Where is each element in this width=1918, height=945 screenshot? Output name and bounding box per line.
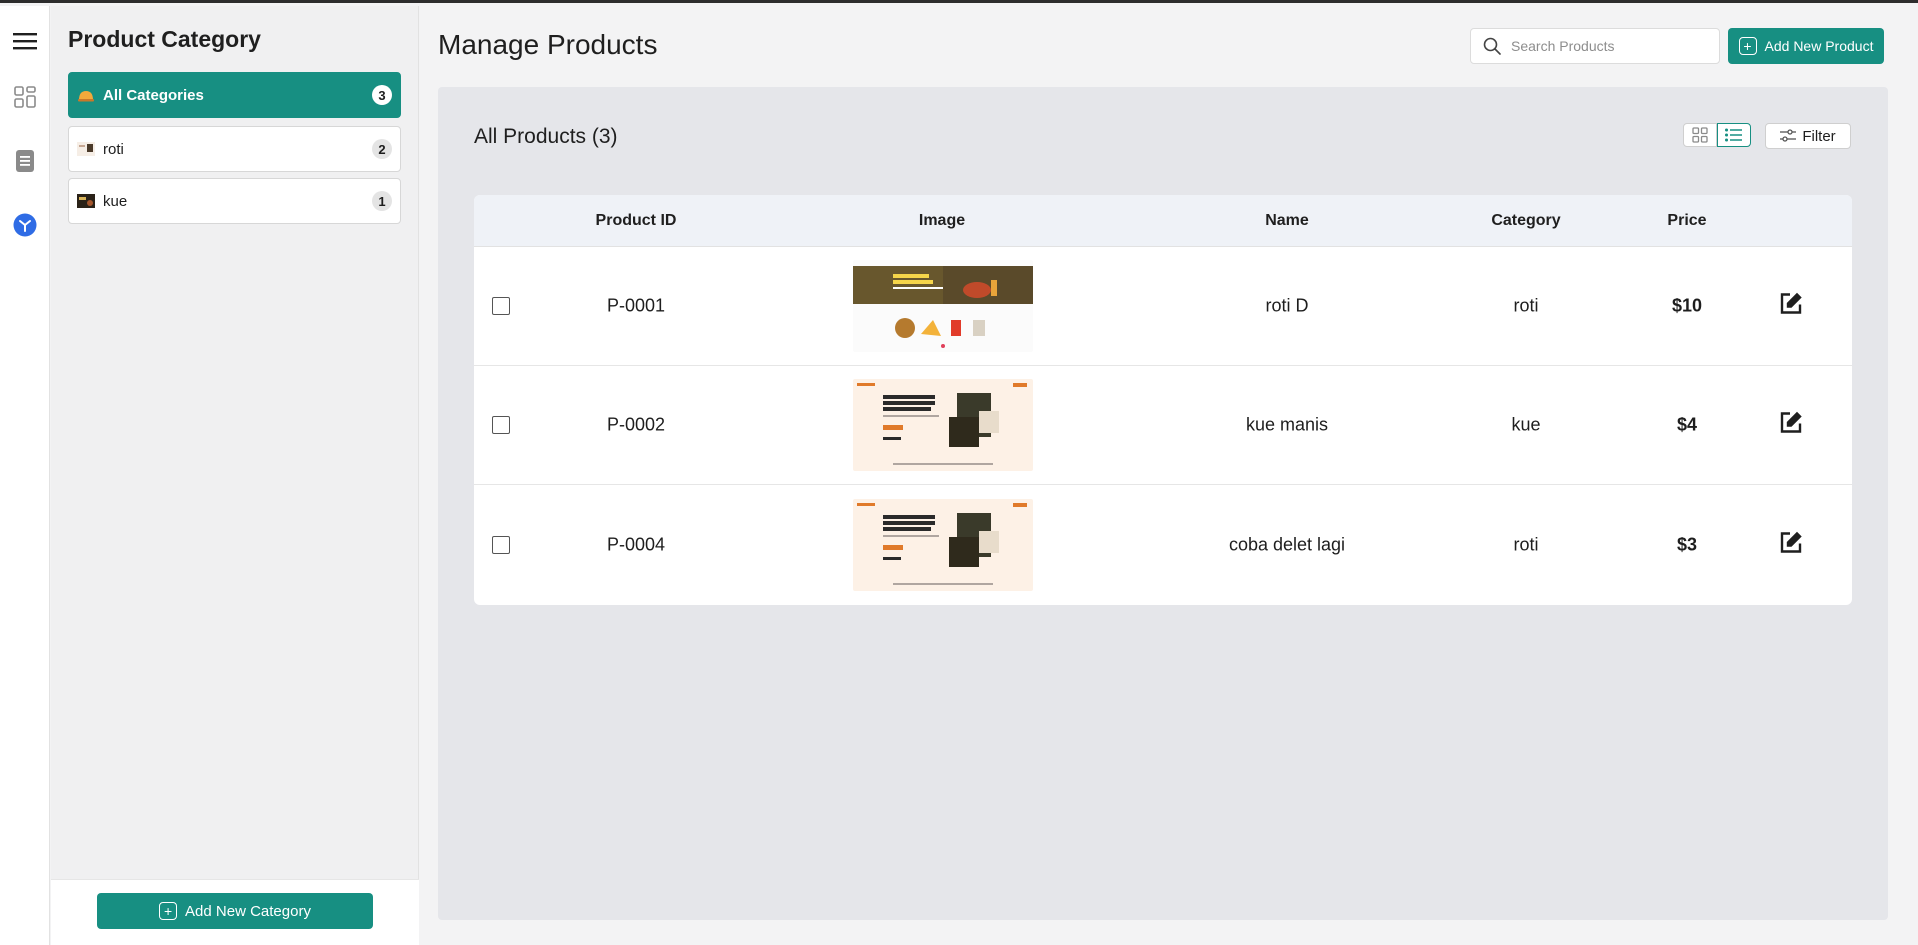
product-price: $4 bbox=[1676, 414, 1698, 435]
icon-rail bbox=[0, 6, 50, 945]
product-id: P-0004 bbox=[606, 534, 666, 554]
product-image bbox=[853, 260, 1033, 352]
list-view-icon bbox=[1725, 128, 1742, 142]
category-label: roti bbox=[103, 140, 124, 158]
search-icon bbox=[1483, 37, 1501, 55]
product-id: P-0002 bbox=[606, 414, 666, 435]
product-price: $10 bbox=[1671, 295, 1703, 316]
table-row: P-0004 coba delet lagi roti $3 bbox=[474, 485, 1852, 604]
row-select-checkbox[interactable] bbox=[492, 297, 510, 315]
table-header: Product ID Image Name Category Price bbox=[474, 195, 1852, 247]
category-panel-title: Product Category bbox=[68, 26, 261, 52]
column-header-image[interactable]: Image bbox=[919, 212, 965, 230]
product-id: P-0001 bbox=[606, 295, 666, 316]
product-image bbox=[853, 498, 1033, 591]
hamburger-menu-icon[interactable] bbox=[12, 28, 38, 54]
product-name: coba delet lagi bbox=[1228, 534, 1346, 554]
category-count-badge: 3 bbox=[372, 85, 392, 105]
search-input[interactable] bbox=[1511, 38, 1701, 54]
category-label: All Categories bbox=[103, 86, 204, 104]
product-name: roti D bbox=[1265, 295, 1309, 316]
category-count-badge: 2 bbox=[372, 139, 392, 159]
plus-icon: + bbox=[1738, 37, 1757, 55]
view-toggle bbox=[1683, 123, 1751, 147]
product-cube-icon[interactable] bbox=[12, 212, 38, 238]
grid-view-icon bbox=[1692, 127, 1708, 143]
product-category: kue bbox=[1511, 414, 1541, 435]
category-item-all[interactable]: All Categories 3 bbox=[68, 72, 401, 118]
product-category: roti bbox=[1513, 534, 1539, 554]
list-view-button[interactable] bbox=[1717, 123, 1751, 147]
category-panel: Product Category All Categories 3 roti 2… bbox=[51, 6, 419, 945]
column-header-price[interactable]: Price bbox=[1667, 212, 1706, 230]
category-label: kue bbox=[103, 192, 128, 210]
filter-sliders-icon bbox=[1780, 129, 1797, 142]
product-category: roti bbox=[1513, 295, 1539, 316]
edit-icon[interactable] bbox=[1779, 530, 1803, 559]
search-box[interactable] bbox=[1470, 28, 1720, 64]
column-header-name[interactable]: Name bbox=[1265, 212, 1309, 230]
products-table: Product ID Image Name Category Price P-0… bbox=[474, 195, 1852, 605]
add-category-button[interactable]: + Add New Category bbox=[97, 893, 373, 929]
filter-label: Filter bbox=[1802, 127, 1836, 145]
table-row: P-0002 kue manis kue $4 bbox=[474, 366, 1852, 485]
edit-icon[interactable] bbox=[1779, 411, 1803, 440]
bread-icon bbox=[77, 88, 95, 102]
category-item-kue[interactable]: kue 1 bbox=[68, 178, 401, 224]
product-price: $3 bbox=[1676, 534, 1698, 554]
column-header-product-id[interactable]: Product ID bbox=[596, 212, 677, 230]
column-header-category[interactable]: Category bbox=[1491, 212, 1560, 230]
thumbnail-icon bbox=[77, 194, 95, 208]
category-item-roti[interactable]: roti 2 bbox=[68, 126, 401, 172]
table-row: P-0001 roti D roti $10 bbox=[474, 247, 1852, 366]
row-select-checkbox[interactable] bbox=[492, 416, 510, 434]
add-product-label: Add New Product bbox=[1764, 38, 1874, 54]
plus-icon: + bbox=[159, 902, 178, 920]
product-image bbox=[853, 379, 1033, 471]
page-title: Manage Products bbox=[438, 29, 658, 60]
edit-icon[interactable] bbox=[1779, 292, 1803, 321]
dashboard-icon[interactable] bbox=[12, 84, 38, 110]
products-panel-title: All Products (3) bbox=[474, 125, 618, 148]
add-category-label: Add New Category bbox=[185, 902, 311, 920]
grid-view-button[interactable] bbox=[1683, 123, 1717, 147]
products-panel: All Products (3) Filter Product ID Image… bbox=[438, 87, 1888, 920]
row-select-checkbox[interactable] bbox=[492, 535, 510, 554]
add-product-button[interactable]: + Add New Product bbox=[1728, 28, 1884, 64]
thumbnail-icon bbox=[77, 142, 95, 156]
product-name: kue manis bbox=[1245, 414, 1329, 435]
filter-button[interactable]: Filter bbox=[1765, 123, 1851, 149]
category-panel-footer: + Add New Category bbox=[51, 879, 419, 945]
category-count-badge: 1 bbox=[372, 191, 392, 211]
document-icon[interactable] bbox=[12, 148, 38, 174]
